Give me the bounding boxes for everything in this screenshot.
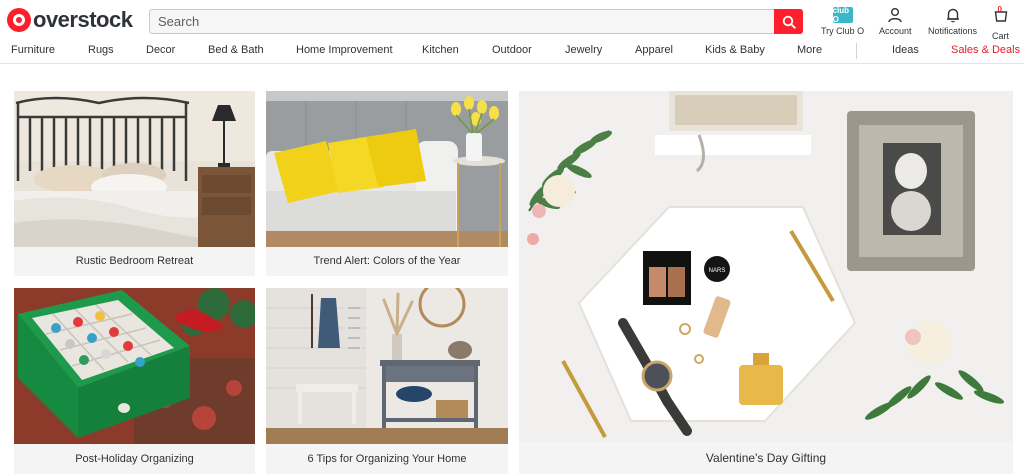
bell-icon [946, 8, 959, 23]
nav-item-rugs[interactable]: Rugs [88, 44, 114, 56]
cart-link[interactable]: 0 Cart [992, 5, 1009, 41]
tile-post-holiday[interactable]: Post-Holiday Organizing [14, 288, 255, 474]
tile-valentines-gifting[interactable]: NARS Valentine's Day Gifting [519, 91, 1013, 474]
nav-item-kids-baby[interactable]: Kids & Baby [705, 44, 765, 56]
tile-caption[interactable]: Valentine's Day Gifting [519, 442, 1013, 474]
nars-label: NARS [709, 268, 726, 274]
tile-trend-alert[interactable]: Trend Alert: Colors of the Year [266, 91, 508, 276]
post-holiday-image [14, 288, 255, 444]
club-o-link[interactable]: club O Try Club O [821, 6, 865, 36]
nav-item-home-improvement[interactable]: Home Improvement [296, 44, 393, 56]
nav-item-sales-deals[interactable]: Sales & Deals [951, 44, 1020, 56]
tile-caption[interactable]: 6 Tips for Organizing Your Home [266, 444, 508, 474]
nav-divider [856, 43, 857, 59]
organizing-tips-image [266, 288, 508, 444]
account-link[interactable]: Account [879, 7, 912, 36]
tile-caption[interactable]: Rustic Bedroom Retreat [14, 247, 255, 276]
account-label: Account [879, 26, 912, 36]
logo-mark-icon [7, 8, 31, 32]
category-nav: Furniture Rugs Decor Bed & Bath Home Imp… [0, 40, 1024, 64]
nav-item-outdoor[interactable]: Outdoor [492, 44, 532, 56]
account-icon [888, 8, 902, 23]
club-o-icon: club O [832, 6, 853, 24]
valentines-gifting-image: NARS [519, 91, 1013, 442]
nav-item-decor[interactable]: Decor [146, 44, 175, 56]
overstock-logo[interactable]: overstock [7, 7, 133, 33]
tile-caption[interactable]: Trend Alert: Colors of the Year [266, 247, 508, 276]
nav-item-bed-bath[interactable]: Bed & Bath [208, 44, 264, 56]
search-icon [782, 15, 796, 29]
nav-item-jewelry[interactable]: Jewelry [565, 44, 602, 56]
nav-item-kitchen[interactable]: Kitchen [422, 44, 459, 56]
search-input[interactable] [150, 10, 774, 33]
logo-text: overstock [33, 7, 133, 32]
nav-item-more[interactable]: More [797, 44, 822, 56]
tile-organizing-tips[interactable]: 6 Tips for Organizing Your Home [266, 288, 508, 474]
rustic-bedroom-image [14, 91, 255, 247]
cart-count-badge: 0 [997, 5, 1002, 14]
site-header: overstock club O Try Club O Account Noti… [0, 0, 1024, 41]
nav-item-ideas[interactable]: Ideas [892, 44, 919, 56]
tile-caption[interactable]: Post-Holiday Organizing [14, 444, 255, 474]
nav-item-furniture[interactable]: Furniture [11, 44, 55, 56]
trend-alert-image [266, 91, 508, 247]
club-o-label: Try Club O [821, 26, 865, 36]
search-bar [149, 9, 803, 34]
notifications-link[interactable]: Notifications [928, 7, 977, 36]
nav-item-apparel[interactable]: Apparel [635, 44, 673, 56]
tile-rustic-bedroom[interactable]: Rustic Bedroom Retreat [14, 91, 255, 276]
notifications-label: Notifications [928, 26, 978, 36]
search-button[interactable] [774, 9, 803, 34]
